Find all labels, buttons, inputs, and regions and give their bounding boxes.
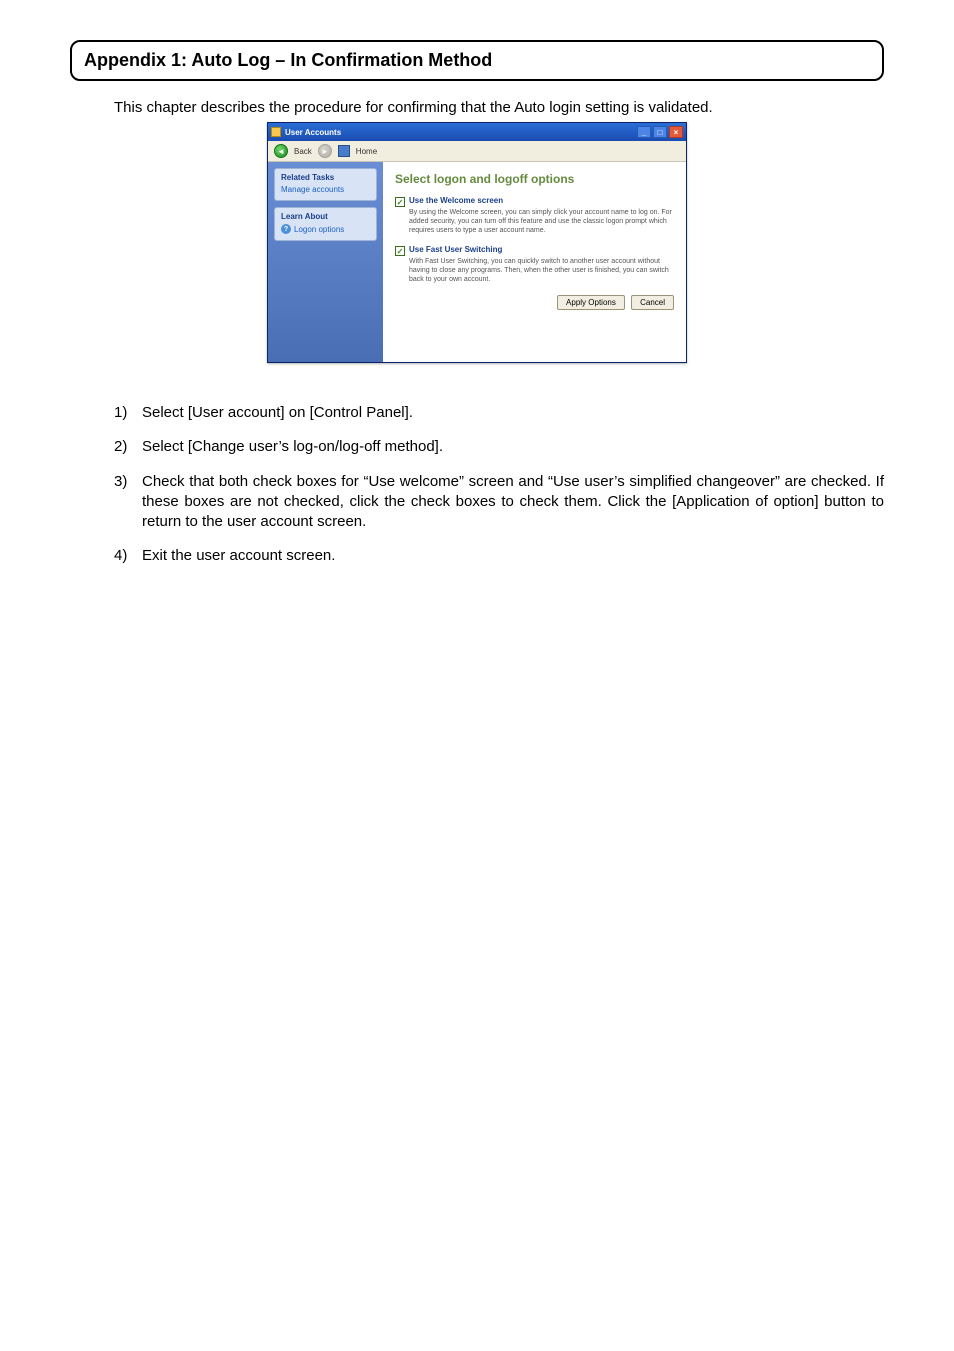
close-button[interactable]: × — [669, 126, 683, 138]
related-tasks-box: Related Tasks Manage accounts — [274, 168, 377, 201]
content-panel: Select logon and logoff options ✓ Use th… — [383, 162, 686, 362]
button-row: Apply Options Cancel — [395, 295, 674, 310]
step-1: 1) Select [User account] on [Control Pan… — [114, 403, 884, 423]
step-4: 4) Exit the user account screen. — [114, 546, 884, 566]
logon-options-link[interactable]: ? Logon options — [281, 224, 370, 234]
home-label: Home — [356, 147, 377, 156]
welcome-screen-checkbox[interactable]: ✓ — [395, 197, 405, 207]
back-button[interactable]: ◄ — [274, 144, 288, 158]
apply-options-button[interactable]: Apply Options — [557, 295, 625, 310]
maximize-button[interactable]: □ — [653, 126, 667, 138]
welcome-screen-row: ✓ Use the Welcome screen — [395, 196, 674, 207]
manage-accounts-link[interactable]: Manage accounts — [281, 185, 370, 194]
welcome-screen-label: Use the Welcome screen — [409, 196, 503, 205]
steps-list: 1) Select [User account] on [Control Pan… — [70, 403, 884, 567]
step-text: Exit the user account screen. — [142, 546, 884, 566]
step-number: 4) — [114, 546, 142, 566]
window-body: Related Tasks Manage accounts Learn Abou… — [268, 162, 686, 362]
fast-user-switching-desc: With Fast User Switching, you can quickl… — [409, 258, 674, 284]
step-text: Select [User account] on [Control Panel]… — [142, 403, 884, 423]
window-buttons: _ □ × — [637, 126, 683, 138]
forward-button: ► — [318, 144, 332, 158]
home-icon[interactable] — [338, 145, 350, 157]
fast-user-switching-label: Use Fast User Switching — [409, 245, 502, 254]
content-title: Select logon and logoff options — [395, 172, 674, 186]
step-text: Check that both check boxes for “Use wel… — [142, 472, 884, 533]
related-tasks-header: Related Tasks — [281, 173, 370, 182]
logon-options-label: Logon options — [294, 225, 344, 234]
toolbar: ◄ Back ► Home — [268, 141, 686, 162]
user-accounts-window: User Accounts _ □ × ◄ Back ► Home Relate… — [267, 122, 687, 363]
window-icon — [271, 127, 281, 137]
screenshot-wrapper: User Accounts _ □ × ◄ Back ► Home Relate… — [70, 122, 884, 363]
step-text: Select [Change user’s log-on/log-off met… — [142, 437, 884, 457]
appendix-heading-box: Appendix 1: Auto Log – In Confirmation M… — [70, 40, 884, 81]
intro-text: This chapter describes the procedure for… — [114, 99, 884, 116]
welcome-screen-desc: By using the Welcome screen, you can sim… — [409, 209, 674, 235]
learn-about-box: Learn About ? Logon options — [274, 207, 377, 241]
appendix-heading: Appendix 1: Auto Log – In Confirmation M… — [84, 50, 870, 71]
help-icon: ? — [281, 224, 291, 234]
sidebar: Related Tasks Manage accounts Learn Abou… — [268, 162, 383, 362]
step-3: 3) Check that both check boxes for “Use … — [114, 472, 884, 533]
window-title: User Accounts — [285, 128, 637, 137]
window-titlebar: User Accounts _ □ × — [268, 123, 686, 141]
step-2: 2) Select [Change user’s log-on/log-off … — [114, 437, 884, 457]
step-number: 1) — [114, 403, 142, 423]
page: Appendix 1: Auto Log – In Confirmation M… — [0, 0, 954, 641]
cancel-button[interactable]: Cancel — [631, 295, 674, 310]
learn-about-header: Learn About — [281, 212, 370, 221]
fast-user-switching-checkbox[interactable]: ✓ — [395, 246, 405, 256]
fast-user-switching-row: ✓ Use Fast User Switching — [395, 245, 674, 256]
back-label: Back — [294, 147, 312, 156]
step-number: 2) — [114, 437, 142, 457]
step-number: 3) — [114, 472, 142, 533]
minimize-button[interactable]: _ — [637, 126, 651, 138]
